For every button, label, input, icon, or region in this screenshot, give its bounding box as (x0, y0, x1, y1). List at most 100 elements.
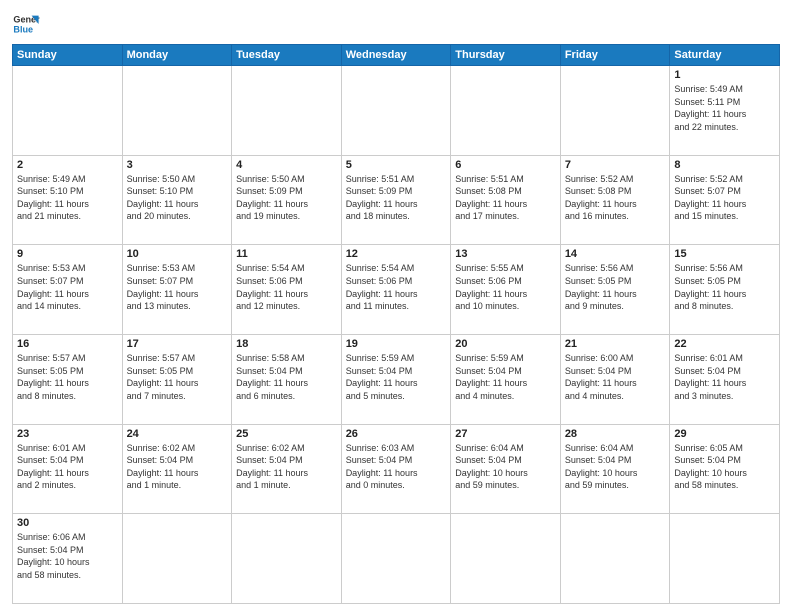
calendar-cell: 6 Sunrise: 5:51 AM Sunset: 5:08 PM Daylig… (451, 155, 561, 245)
day-info: Sunrise: 5:56 AM Sunset: 5:05 PM Dayligh… (565, 262, 666, 312)
day-number: 1 (674, 69, 775, 81)
day-info: Sunrise: 6:00 AM Sunset: 5:04 PM Dayligh… (565, 352, 666, 402)
calendar-table: SundayMondayTuesdayWednesdayThursdayFrid… (12, 44, 780, 604)
weekday-header-tuesday: Tuesday (232, 45, 342, 66)
day-info: Sunrise: 5:57 AM Sunset: 5:05 PM Dayligh… (17, 352, 118, 402)
calendar-cell: 22 Sunrise: 6:01 AM Sunset: 5:04 PM Dayli… (670, 334, 780, 424)
calendar-cell (122, 66, 232, 156)
calendar-cell: 18 Sunrise: 5:58 AM Sunset: 5:04 PM Dayli… (232, 334, 342, 424)
day-number: 10 (127, 248, 228, 260)
calendar-cell: 15 Sunrise: 5:56 AM Sunset: 5:05 PM Dayli… (670, 245, 780, 335)
weekday-header-wednesday: Wednesday (341, 45, 451, 66)
calendar-cell (13, 66, 123, 156)
calendar-cell: 28Sunrise: 6:04 AM Sunset: 5:04 PM Dayli… (560, 424, 670, 514)
day-info: Sunrise: 6:02 AM Sunset: 5:04 PM Dayligh… (236, 442, 337, 492)
day-info: Sunrise: 6:06 AM Sunset: 5:04 PM Dayligh… (17, 531, 118, 581)
calendar-cell: 5 Sunrise: 5:51 AM Sunset: 5:09 PM Daylig… (341, 155, 451, 245)
calendar-cell: 27 Sunrise: 6:04 AM Sunset: 5:04 PM Dayli… (451, 424, 561, 514)
day-number: 27 (455, 428, 556, 440)
calendar-week-row: 16 Sunrise: 5:57 AM Sunset: 5:05 PM Dayli… (13, 334, 780, 424)
calendar-cell: 23Sunrise: 6:01 AM Sunset: 5:04 PM Dayli… (13, 424, 123, 514)
page-header: General Blue (12, 10, 780, 38)
day-info: Sunrise: 5:58 AM Sunset: 5:04 PM Dayligh… (236, 352, 337, 402)
day-number: 20 (455, 338, 556, 350)
day-info: Sunrise: 6:05 AM Sunset: 5:04 PM Dayligh… (674, 442, 775, 492)
weekday-header-sunday: Sunday (13, 45, 123, 66)
calendar-cell: 11 Sunrise: 5:54 AM Sunset: 5:06 PM Dayli… (232, 245, 342, 335)
day-number: 7 (565, 159, 666, 171)
calendar-cell: 1 Sunrise: 5:49 AM Sunset: 5:11 PM Daylig… (670, 66, 780, 156)
weekday-header-saturday: Saturday (670, 45, 780, 66)
calendar-cell: 16 Sunrise: 5:57 AM Sunset: 5:05 PM Dayli… (13, 334, 123, 424)
day-number: 5 (346, 159, 447, 171)
day-number: 6 (455, 159, 556, 171)
weekday-header-thursday: Thursday (451, 45, 561, 66)
day-info: Sunrise: 5:50 AM Sunset: 5:10 PM Dayligh… (127, 173, 228, 223)
day-number: 9 (17, 248, 118, 260)
day-info: Sunrise: 6:02 AM Sunset: 5:04 PM Dayligh… (127, 442, 228, 492)
day-info: Sunrise: 5:59 AM Sunset: 5:04 PM Dayligh… (346, 352, 447, 402)
calendar-cell: 2 Sunrise: 5:49 AM Sunset: 5:10 PM Daylig… (13, 155, 123, 245)
calendar-cell: 14Sunrise: 5:56 AM Sunset: 5:05 PM Dayli… (560, 245, 670, 335)
day-info: Sunrise: 6:04 AM Sunset: 5:04 PM Dayligh… (455, 442, 556, 492)
day-info: Sunrise: 5:56 AM Sunset: 5:05 PM Dayligh… (674, 262, 775, 312)
calendar-week-row: 1 Sunrise: 5:49 AM Sunset: 5:11 PM Daylig… (13, 66, 780, 156)
day-number: 21 (565, 338, 666, 350)
day-number: 8 (674, 159, 775, 171)
calendar-cell (670, 514, 780, 604)
day-info: Sunrise: 6:04 AM Sunset: 5:04 PM Dayligh… (565, 442, 666, 492)
day-info: Sunrise: 5:51 AM Sunset: 5:09 PM Dayligh… (346, 173, 447, 223)
day-info: Sunrise: 5:53 AM Sunset: 5:07 PM Dayligh… (17, 262, 118, 312)
day-number: 23 (17, 428, 118, 440)
day-info: Sunrise: 5:50 AM Sunset: 5:09 PM Dayligh… (236, 173, 337, 223)
day-number: 22 (674, 338, 775, 350)
day-number: 25 (236, 428, 337, 440)
day-number: 29 (674, 428, 775, 440)
weekday-header-monday: Monday (122, 45, 232, 66)
day-info: Sunrise: 5:57 AM Sunset: 5:05 PM Dayligh… (127, 352, 228, 402)
weekday-header-friday: Friday (560, 45, 670, 66)
day-info: Sunrise: 5:59 AM Sunset: 5:04 PM Dayligh… (455, 352, 556, 402)
day-number: 19 (346, 338, 447, 350)
calendar-cell: 17Sunrise: 5:57 AM Sunset: 5:05 PM Dayli… (122, 334, 232, 424)
logo: General Blue (12, 10, 40, 38)
calendar-cell: 7Sunrise: 5:52 AM Sunset: 5:08 PM Daylig… (560, 155, 670, 245)
calendar-week-row: 30Sunrise: 6:06 AM Sunset: 5:04 PM Dayli… (13, 514, 780, 604)
calendar-week-row: 9 Sunrise: 5:53 AM Sunset: 5:07 PM Daylig… (13, 245, 780, 335)
day-number: 2 (17, 159, 118, 171)
day-number: 11 (236, 248, 337, 260)
calendar-cell (560, 66, 670, 156)
calendar-cell: 30Sunrise: 6:06 AM Sunset: 5:04 PM Dayli… (13, 514, 123, 604)
calendar-cell (560, 514, 670, 604)
day-info: Sunrise: 5:51 AM Sunset: 5:08 PM Dayligh… (455, 173, 556, 223)
day-number: 12 (346, 248, 447, 260)
day-number: 24 (127, 428, 228, 440)
day-number: 18 (236, 338, 337, 350)
day-number: 26 (346, 428, 447, 440)
day-info: Sunrise: 5:52 AM Sunset: 5:07 PM Dayligh… (674, 173, 775, 223)
calendar-cell: 19 Sunrise: 5:59 AM Sunset: 5:04 PM Dayli… (341, 334, 451, 424)
svg-text:Blue: Blue (13, 24, 33, 34)
calendar-cell: 4 Sunrise: 5:50 AM Sunset: 5:09 PM Daylig… (232, 155, 342, 245)
calendar-cell (122, 514, 232, 604)
day-info: Sunrise: 6:01 AM Sunset: 5:04 PM Dayligh… (674, 352, 775, 402)
day-info: Sunrise: 5:54 AM Sunset: 5:06 PM Dayligh… (236, 262, 337, 312)
calendar-cell (341, 66, 451, 156)
calendar-cell: 8 Sunrise: 5:52 AM Sunset: 5:07 PM Daylig… (670, 155, 780, 245)
calendar-cell: 21 Sunrise: 6:00 AM Sunset: 5:04 PM Dayli… (560, 334, 670, 424)
day-number: 13 (455, 248, 556, 260)
calendar-cell: 13Sunrise: 5:55 AM Sunset: 5:06 PM Dayli… (451, 245, 561, 335)
calendar-cell (451, 514, 561, 604)
day-number: 15 (674, 248, 775, 260)
logo-icon: General Blue (12, 10, 40, 38)
day-info: Sunrise: 5:49 AM Sunset: 5:11 PM Dayligh… (674, 83, 775, 133)
calendar-cell: 20 Sunrise: 5:59 AM Sunset: 5:04 PM Dayli… (451, 334, 561, 424)
calendar-week-row: 2 Sunrise: 5:49 AM Sunset: 5:10 PM Daylig… (13, 155, 780, 245)
day-info: Sunrise: 5:49 AM Sunset: 5:10 PM Dayligh… (17, 173, 118, 223)
day-number: 16 (17, 338, 118, 350)
calendar-cell: 26Sunrise: 6:03 AM Sunset: 5:04 PM Dayli… (341, 424, 451, 514)
calendar-cell: 9 Sunrise: 5:53 AM Sunset: 5:07 PM Daylig… (13, 245, 123, 335)
day-info: Sunrise: 5:54 AM Sunset: 5:06 PM Dayligh… (346, 262, 447, 312)
calendar-cell: 10Sunrise: 5:53 AM Sunset: 5:07 PM Dayli… (122, 245, 232, 335)
day-number: 4 (236, 159, 337, 171)
